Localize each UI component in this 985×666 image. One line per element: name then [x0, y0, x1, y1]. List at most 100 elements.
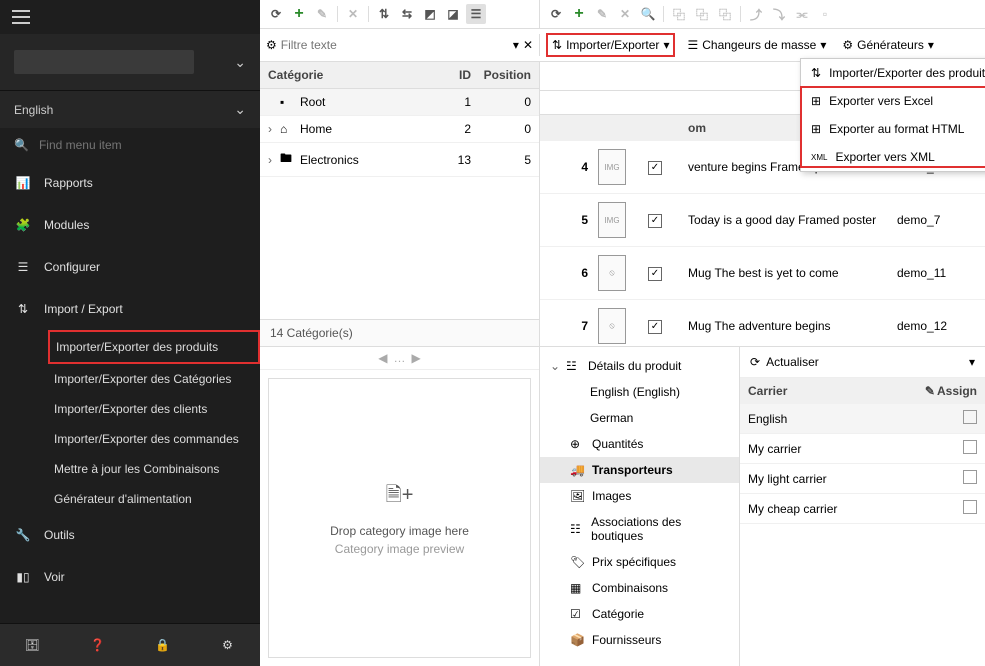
- copy-button[interactable]: ⿻: [669, 4, 689, 24]
- carrier-row[interactable]: English: [740, 404, 985, 434]
- sort-button[interactable]: ⇅: [374, 4, 394, 24]
- menu-import-export-products[interactable]: ⇅ Importer/Exporter des produits: [801, 59, 985, 87]
- dropzone[interactable]: 🗎+ Drop category image here Category ima…: [268, 378, 531, 658]
- subnav-combinations[interactable]: Mettre à jour les Combinaisons: [48, 454, 260, 484]
- subnav-feed-generator[interactable]: Générateur d'alimentation: [48, 484, 260, 514]
- nav-outils[interactable]: 🔧 Outils: [0, 514, 260, 556]
- tree-lang[interactable]: English (English): [540, 379, 739, 405]
- nav-rapports[interactable]: 📊 Rapports: [0, 162, 260, 204]
- link-button[interactable]: ⫘: [792, 4, 812, 24]
- hamburger-icon[interactable]: [12, 10, 30, 24]
- category-row[interactable]: › 🖿 Electronics 13 5: [260, 143, 539, 177]
- refresh-button[interactable]: ⟳: [266, 4, 286, 24]
- expand-icon[interactable]: ›: [268, 122, 280, 136]
- nav-voir[interactable]: ▮▯ Voir: [0, 556, 260, 598]
- checkbox[interactable]: [963, 470, 977, 484]
- subnav-categories[interactable]: Importer/Exporter des Catégories: [48, 364, 260, 394]
- col-assign[interactable]: ✎Assign: [917, 384, 977, 398]
- product-row[interactable]: 7 ⦸ ✓ Mug The adventure begins demo_12: [540, 300, 985, 346]
- bottom-section: ◀ … ▶ 🗎+ Drop category image here Catego…: [260, 346, 985, 666]
- filter-button[interactable]: ☰: [466, 4, 486, 24]
- expand-icon[interactable]: ›: [268, 153, 280, 167]
- checkbox[interactable]: [963, 410, 977, 424]
- dup-button[interactable]: ⿻: [715, 4, 735, 24]
- mass-changers-label: Changeurs de masse: [702, 38, 816, 52]
- menu-search-input[interactable]: [39, 138, 194, 152]
- subnav-orders[interactable]: Importer/Exporter des commandes: [48, 424, 260, 454]
- checkbox[interactable]: [963, 500, 977, 514]
- checkbox[interactable]: ✓: [648, 161, 662, 175]
- generators-dropdown[interactable]: ⚙ Générateurs ▾: [838, 35, 938, 55]
- import-button[interactable]: ⤵: [769, 4, 789, 24]
- checkbox[interactable]: ✓: [648, 214, 662, 228]
- col-carrier[interactable]: Carrier: [748, 384, 917, 398]
- subnav-clients[interactable]: Importer/Exporter des clients: [48, 394, 260, 424]
- gear-icon[interactable]: ⚙: [266, 38, 277, 52]
- carrier-refresh[interactable]: ⟳ Actualiser ▾: [740, 347, 985, 378]
- detail-tree: ⌄ ☳ Détails du produit English (English)…: [540, 347, 740, 666]
- search-button[interactable]: 🔍: [638, 4, 658, 24]
- add-button[interactable]: +: [569, 4, 589, 24]
- carrier-row[interactable]: My carrier: [740, 434, 985, 464]
- menu-search: 🔍: [0, 128, 260, 162]
- pencil-icon: ✎: [925, 384, 935, 398]
- settings-button[interactable]: ⚙: [195, 624, 260, 666]
- tree-lang[interactable]: German: [540, 405, 739, 431]
- tree-root[interactable]: ⌄ ☳ Détails du produit: [540, 353, 739, 379]
- lock-button[interactable]: 🔒: [130, 624, 195, 666]
- col-category[interactable]: Catégorie: [268, 68, 431, 82]
- move-button[interactable]: ⇆: [397, 4, 417, 24]
- checkbox[interactable]: ✓: [648, 320, 662, 334]
- product-row[interactable]: 6 ⦸ ✓ Mug The best is yet to come demo_1…: [540, 247, 985, 300]
- checkbox[interactable]: [963, 440, 977, 454]
- product-row[interactable]: 5 IMG ✓ Today is a good day Framed poste…: [540, 194, 985, 247]
- tree-combinations[interactable]: ▦Combinaisons: [540, 575, 739, 601]
- carrier-row[interactable]: My cheap carrier: [740, 494, 985, 524]
- carrier-row[interactable]: My light carrier: [740, 464, 985, 494]
- tree-quantities[interactable]: ⊕Quantités: [540, 431, 739, 457]
- tree-transporteurs[interactable]: 🚚Transporteurs: [540, 457, 739, 483]
- edit-button[interactable]: ✎: [592, 4, 612, 24]
- menu-export-html[interactable]: ⊞ Exporter au format HTML: [801, 115, 985, 143]
- col-id[interactable]: ID: [431, 68, 471, 82]
- help-button[interactable]: ❓: [65, 624, 130, 666]
- category-row[interactable]: ▪ Root 1 0: [260, 89, 539, 116]
- tree-shops[interactable]: ☷Associations des boutiques: [540, 509, 739, 549]
- dropzone-text: Drop category image here: [330, 524, 469, 538]
- mass-changers-dropdown[interactable]: ☰ Changeurs de masse ▾: [683, 35, 830, 55]
- delete-button[interactable]: ✕: [615, 4, 635, 24]
- checkbox[interactable]: ✓: [648, 267, 662, 281]
- tree-prices[interactable]: 🏷Prix spécifiques: [540, 549, 739, 575]
- nav-import-export[interactable]: ⇅ Import / Export: [0, 288, 260, 330]
- export-button[interactable]: ⤴: [746, 4, 766, 24]
- funnel-icon[interactable]: ▾: [513, 38, 519, 52]
- menu-export-xml[interactable]: XML Exporter vers XML: [801, 143, 985, 171]
- language-selector[interactable]: English ⌄: [0, 90, 260, 128]
- nav-configurer[interactable]: ☰ Configurer: [0, 246, 260, 288]
- add-button[interactable]: +: [289, 4, 309, 24]
- col-position[interactable]: Position: [471, 68, 531, 82]
- edit-button[interactable]: ✎: [312, 4, 332, 24]
- category-row[interactable]: › ⌂ Home 2 0: [260, 116, 539, 143]
- collapse-icon[interactable]: ⌄: [550, 359, 560, 373]
- import-export-dropdown[interactable]: ⇅ Importer/Exporter ▾: [546, 33, 675, 57]
- brand-row[interactable]: ⌄: [0, 34, 260, 90]
- tree-category[interactable]: ☑Catégorie: [540, 601, 739, 627]
- nav-modules[interactable]: 🧩 Modules: [0, 204, 260, 246]
- misc-button[interactable]: ▫: [815, 4, 835, 24]
- filter-input[interactable]: [281, 38, 509, 52]
- tree-suppliers[interactable]: 📦Fournisseurs: [540, 627, 739, 653]
- next-icon[interactable]: ▶: [412, 351, 421, 365]
- subnav-products[interactable]: Importer/Exporter des produits: [48, 330, 260, 364]
- prev-icon[interactable]: ◀: [378, 351, 387, 365]
- toggle-button[interactable]: ◩: [420, 4, 440, 24]
- menu-label: Exporter vers Excel: [829, 94, 933, 108]
- refresh-button[interactable]: ⟳: [546, 4, 566, 24]
- archive-button[interactable]: 🗄: [0, 624, 65, 666]
- paste-button[interactable]: ⿻: [692, 4, 712, 24]
- invert-button[interactable]: ◪: [443, 4, 463, 24]
- menu-export-excel[interactable]: ⊞ Exporter vers Excel: [801, 87, 985, 115]
- tree-images[interactable]: 🖼Images: [540, 483, 739, 509]
- delete-button[interactable]: ✕: [343, 4, 363, 24]
- clear-filter-icon[interactable]: ✕: [523, 38, 533, 52]
